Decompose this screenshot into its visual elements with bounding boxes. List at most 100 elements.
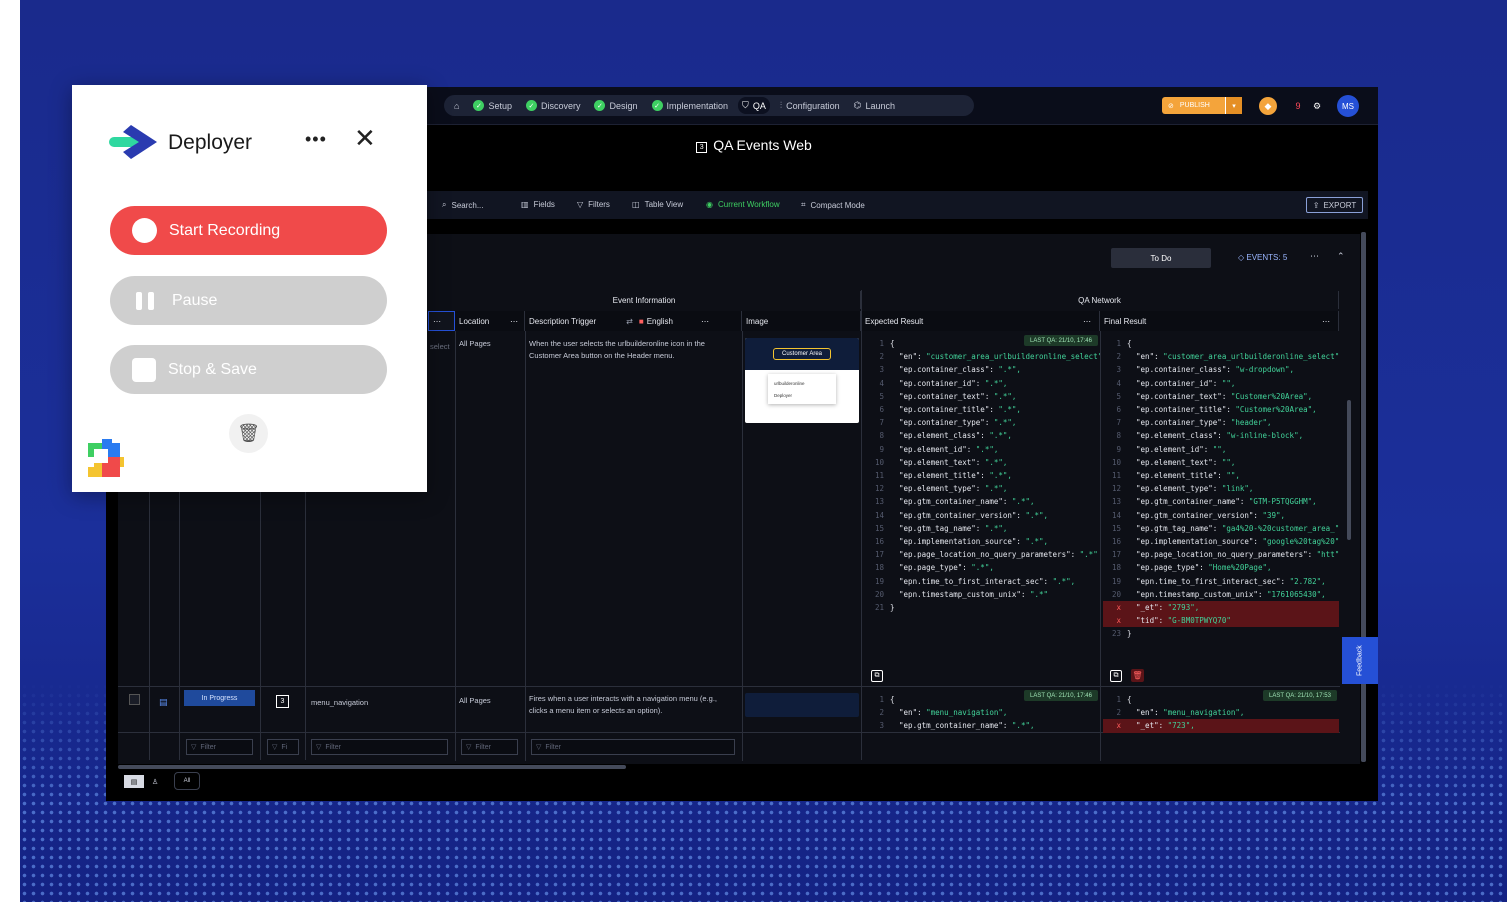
filters-button[interactable]: ▽ Filters: [577, 200, 610, 209]
step-configuration[interactable]: ⫶ Configuration: [776, 97, 844, 114]
step-implementation[interactable]: ✓ Implementation: [648, 97, 733, 114]
copy-icon[interactable]: ⧉: [1110, 670, 1122, 682]
export-button[interactable]: ⇪ EXPORT: [1306, 197, 1363, 213]
code-line: 19 "epn.time_to_first_interact_sec": ".*…: [874, 576, 1076, 586]
sheet-icon[interactable]: ▤: [124, 775, 144, 788]
compact-mode-button[interactable]: ⌗ Compact Mode: [801, 200, 865, 210]
code-line: 18 "ep.page_type": "Home%20Page",: [1111, 563, 1272, 573]
table-view-button[interactable]: ◫ Table View: [632, 200, 683, 209]
more-icon[interactable]: •••: [305, 129, 327, 150]
brand-name: Deployer: [168, 131, 253, 154]
step-setup[interactable]: ✓ Setup: [469, 97, 516, 114]
step-qa[interactable]: ⛉ QA: [738, 97, 770, 114]
code-line: 14 "ep.gtm_container_version": "39",: [1111, 510, 1286, 520]
row1-description: When the user selects the urlbuilderonli…: [529, 339, 705, 360]
user-icon[interactable]: ♙: [148, 775, 162, 788]
stop-save-button[interactable]: Stop & Save: [110, 345, 387, 394]
grid-line: [260, 490, 261, 760]
tab-all[interactable]: All: [174, 772, 200, 790]
row-checkbox[interactable]: [129, 694, 140, 705]
thumbnail-header: Customer Area: [745, 338, 859, 370]
more-icon[interactable]: ⋯: [1083, 317, 1091, 326]
pause-button[interactable]: Pause: [110, 276, 387, 325]
expected-result-code: 1{2 "en": "menu_navigation", 3 "ep.gtm_co…: [866, 693, 1100, 733]
column-final[interactable]: Final Result ⋯: [1100, 311, 1339, 331]
step-discovery[interactable]: ✓ Discovery: [522, 97, 585, 114]
code-line: x "_et": "2793",: [1103, 601, 1339, 615]
code-line: 4 "ep.container_id": "",: [1116, 378, 1236, 388]
filter-input[interactable]: ▽ Filter: [186, 739, 253, 755]
column-image[interactable]: Image: [742, 311, 861, 331]
gear-icon[interactable]: ⚙: [1308, 97, 1326, 115]
code-line: 15 "ep.gtm_tag_name": ".*",: [874, 523, 1008, 533]
start-recording-button[interactable]: Start Recording: [110, 206, 387, 255]
grid-line: [179, 490, 180, 760]
code-line: 16 "ep.implementation_source": "google%2…: [1111, 537, 1339, 547]
recorder-popup: Deployer ••• ✕ Start Recording Pause Sto…: [72, 85, 427, 492]
code-line: 3 "ep.container_class": ".*",: [879, 365, 1021, 375]
row1-image-thumbnail[interactable]: Customer Area urlbuilderonline Deployer: [745, 338, 859, 423]
flame-icon[interactable]: ◆: [1259, 97, 1277, 115]
column-expected[interactable]: Expected Result ⋯: [861, 311, 1100, 331]
filter-icon: ▽: [536, 744, 542, 751]
chevron-down-icon[interactable]: ▾: [1225, 97, 1242, 114]
code-line: 12 "ep.element_type": "link",: [1111, 484, 1254, 494]
avatar[interactable]: MS: [1337, 95, 1359, 117]
fields-button[interactable]: ▥ Fields: [521, 200, 555, 209]
code-line: 1{: [1116, 339, 1132, 348]
code-line: 21}: [874, 603, 895, 613]
grid-line: [149, 490, 150, 760]
step-design[interactable]: ✓ Design: [590, 97, 641, 114]
code-line: 5 "ep.container_text": "Customer%20Area"…: [1116, 391, 1313, 401]
filter-input[interactable]: ▽ Filter: [531, 739, 735, 755]
workflow-steps: ⌂ ✓ Setup ✓ Discovery ✓ Design ✓ Implementat…: [444, 95, 974, 116]
feedback-button[interactable]: Feedback: [1342, 637, 1378, 684]
comment-icon[interactable]: ▤: [159, 697, 168, 708]
publish-icon: ⊘: [1168, 102, 1174, 110]
more-icon[interactable]: ⋯: [1310, 251, 1319, 262]
current-workflow-button[interactable]: ◉ Current Workflow: [706, 200, 780, 209]
inner-scrollbar[interactable]: [1347, 400, 1351, 540]
row2-image-thumbnail[interactable]: [745, 693, 859, 717]
trash-icon[interactable]: 🗑: [1131, 669, 1144, 682]
search-input[interactable]: ⌕ Search...: [442, 200, 484, 210]
code-line: 1{: [879, 339, 895, 348]
code-line: 18 "ep.page_type": ".*",: [874, 563, 994, 573]
filter-input[interactable]: ▽ Filter: [461, 739, 518, 755]
filter-input[interactable]: ▽ Fi: [267, 739, 299, 755]
code-line: 11 "ep.element_title": ".*",: [874, 471, 1012, 481]
notification-icon[interactable]: 9: [1289, 97, 1307, 115]
more-icon[interactable]: ⋯: [701, 317, 709, 326]
code-line: 13 "ep.gtm_container_name": "GTM-P5TQGGH…: [1111, 497, 1317, 507]
workflow-icon: ◉: [706, 200, 713, 209]
chevron-up-icon[interactable]: ⌃: [1337, 251, 1345, 262]
step-launch[interactable]: ⌬ Launch: [850, 97, 899, 114]
code-line: 1{: [1116, 695, 1132, 704]
export-icon: ⇪: [1312, 200, 1320, 210]
status-group[interactable]: To Do: [1111, 248, 1211, 268]
code-line: 15 "ep.gtm_tag_name": "ga4%20-%20custome…: [1111, 523, 1339, 533]
home-icon[interactable]: ⌂: [450, 97, 463, 114]
grid-line: [742, 331, 743, 761]
more-icon[interactable]: ⋯: [1322, 317, 1330, 326]
publish-button[interactable]: ⊘ PUBLISH ▾: [1162, 97, 1242, 114]
code-line: 2 "en": "customer_area_urlbuilderonline_…: [879, 352, 1100, 362]
code-line: 17 "ep.page_location_no_query_parameters…: [1111, 550, 1339, 560]
events-count[interactable]: ◇ EVENTS: 5: [1238, 253, 1287, 262]
copy-icon[interactable]: ⧉: [871, 670, 883, 682]
code-line: 2 "en": "menu_navigation",: [1116, 708, 1245, 718]
column-description[interactable]: Description Trigger ⇄ ■ English ⋯: [525, 311, 742, 331]
filter-input[interactable]: ▽ Filter: [311, 739, 448, 755]
horizontal-scrollbar[interactable]: [118, 765, 626, 769]
column-location[interactable]: Location ⋯: [455, 311, 525, 331]
status-badge[interactable]: In Progress: [184, 690, 255, 706]
stop-icon: [132, 357, 156, 382]
column-menu-icon[interactable]: ⋯: [428, 311, 455, 331]
row1-location: All Pages: [459, 339, 491, 348]
check-icon: ✓: [473, 100, 485, 111]
code-line: 2 "en": "menu_navigation",: [879, 708, 1008, 718]
trash-icon[interactable]: 🗑: [229, 414, 268, 453]
close-icon[interactable]: ✕: [354, 125, 376, 151]
more-icon[interactable]: ⋯: [510, 317, 518, 326]
code-line: 11 "ep.element_title": "",: [1111, 471, 1240, 481]
